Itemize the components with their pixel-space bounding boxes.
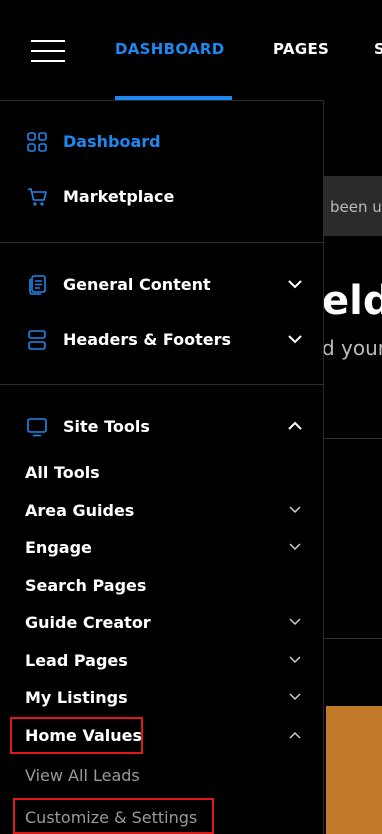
site-tools-item-area-guides[interactable]: Area Guides: [0, 493, 324, 527]
sidebar-item-label: General Content: [63, 275, 211, 294]
chevron-down-icon: [289, 618, 301, 626]
grid-icon: [27, 132, 47, 152]
chevron-down-icon: [289, 656, 301, 664]
sidebar-item-label: Headers & Footers: [63, 330, 232, 349]
site-tools-item-all-tools[interactable]: All Tools: [0, 455, 324, 489]
site-tools-item-search-pages[interactable]: Search Pages: [0, 568, 324, 602]
page-content-peek: been u elde d your: [324, 100, 382, 834]
sidebar-menu: Dashboard Marketplace General Content He…: [0, 100, 324, 834]
chevron-up-icon: [288, 421, 302, 430]
section-divider: [324, 638, 382, 639]
page-subheading: d your: [324, 336, 382, 360]
monitor-icon: [27, 418, 47, 437]
chevron-down-icon: [289, 506, 301, 514]
home-values-item-customize-settings[interactable]: Customize & Settings: [0, 800, 324, 834]
sidebar-item-site-tools[interactable]: Site Tools: [0, 406, 324, 446]
sidebar-item-dashboard[interactable]: Dashboard: [0, 121, 324, 161]
site-tools-item-engage[interactable]: Engage: [0, 530, 324, 564]
section-divider: [324, 438, 382, 439]
layout-icon: [28, 330, 46, 350]
sidebar-item-label: Dashboard: [63, 132, 161, 151]
notice-banner-text: been u: [330, 198, 382, 216]
sidebar-divider: [0, 242, 324, 243]
topnav-truncated-item[interactable]: S: [374, 40, 382, 58]
sidebar-item-label: Site Tools: [63, 417, 150, 436]
sub-item-label: Area Guides: [25, 501, 135, 520]
site-tools-item-guide-creator[interactable]: Guide Creator: [0, 605, 324, 639]
sub-item-label: Lead Pages: [25, 651, 128, 670]
sidebar-item-marketplace[interactable]: Marketplace: [0, 176, 324, 216]
site-tools-item-my-listings[interactable]: My Listings: [0, 680, 324, 714]
documents-icon: [29, 275, 46, 295]
sub-item-label: Customize & Settings: [25, 808, 198, 827]
sidebar-item-label: Marketplace: [63, 187, 175, 206]
site-tools-item-home-values[interactable]: Home Values: [0, 718, 324, 752]
chevron-down-icon: [289, 693, 301, 701]
sub-item-label: Guide Creator: [25, 613, 151, 632]
sub-item-label: My Listings: [25, 688, 128, 707]
sub-item-label: All Tools: [25, 463, 100, 482]
chevron-down-icon: [289, 543, 301, 551]
site-tools-item-lead-pages[interactable]: Lead Pages: [0, 643, 324, 677]
home-values-item-view-all-leads[interactable]: View All Leads: [0, 758, 324, 792]
hamburger-menu-icon[interactable]: [31, 40, 65, 62]
chevron-up-icon: [289, 731, 301, 739]
page-heading: elde: [324, 278, 382, 324]
sub-item-label: Home Values: [25, 726, 143, 745]
cart-icon: [28, 188, 47, 206]
sidebar-divider: [0, 384, 324, 385]
image-card: [326, 706, 382, 834]
top-navigation-bar: DASHBOARD PAGES S: [0, 0, 382, 100]
sub-item-label: View All Leads: [25, 766, 140, 785]
sidebar-item-general-content[interactable]: General Content: [0, 264, 324, 304]
sub-item-label: Search Pages: [25, 576, 147, 595]
chevron-down-icon: [288, 280, 302, 289]
topnav-pages[interactable]: PAGES: [273, 40, 329, 58]
topnav-dashboard[interactable]: DASHBOARD: [115, 40, 225, 58]
sub-item-label: Engage: [25, 538, 92, 557]
sidebar-item-headers-footers[interactable]: Headers & Footers: [0, 319, 324, 359]
chevron-down-icon: [288, 335, 302, 344]
